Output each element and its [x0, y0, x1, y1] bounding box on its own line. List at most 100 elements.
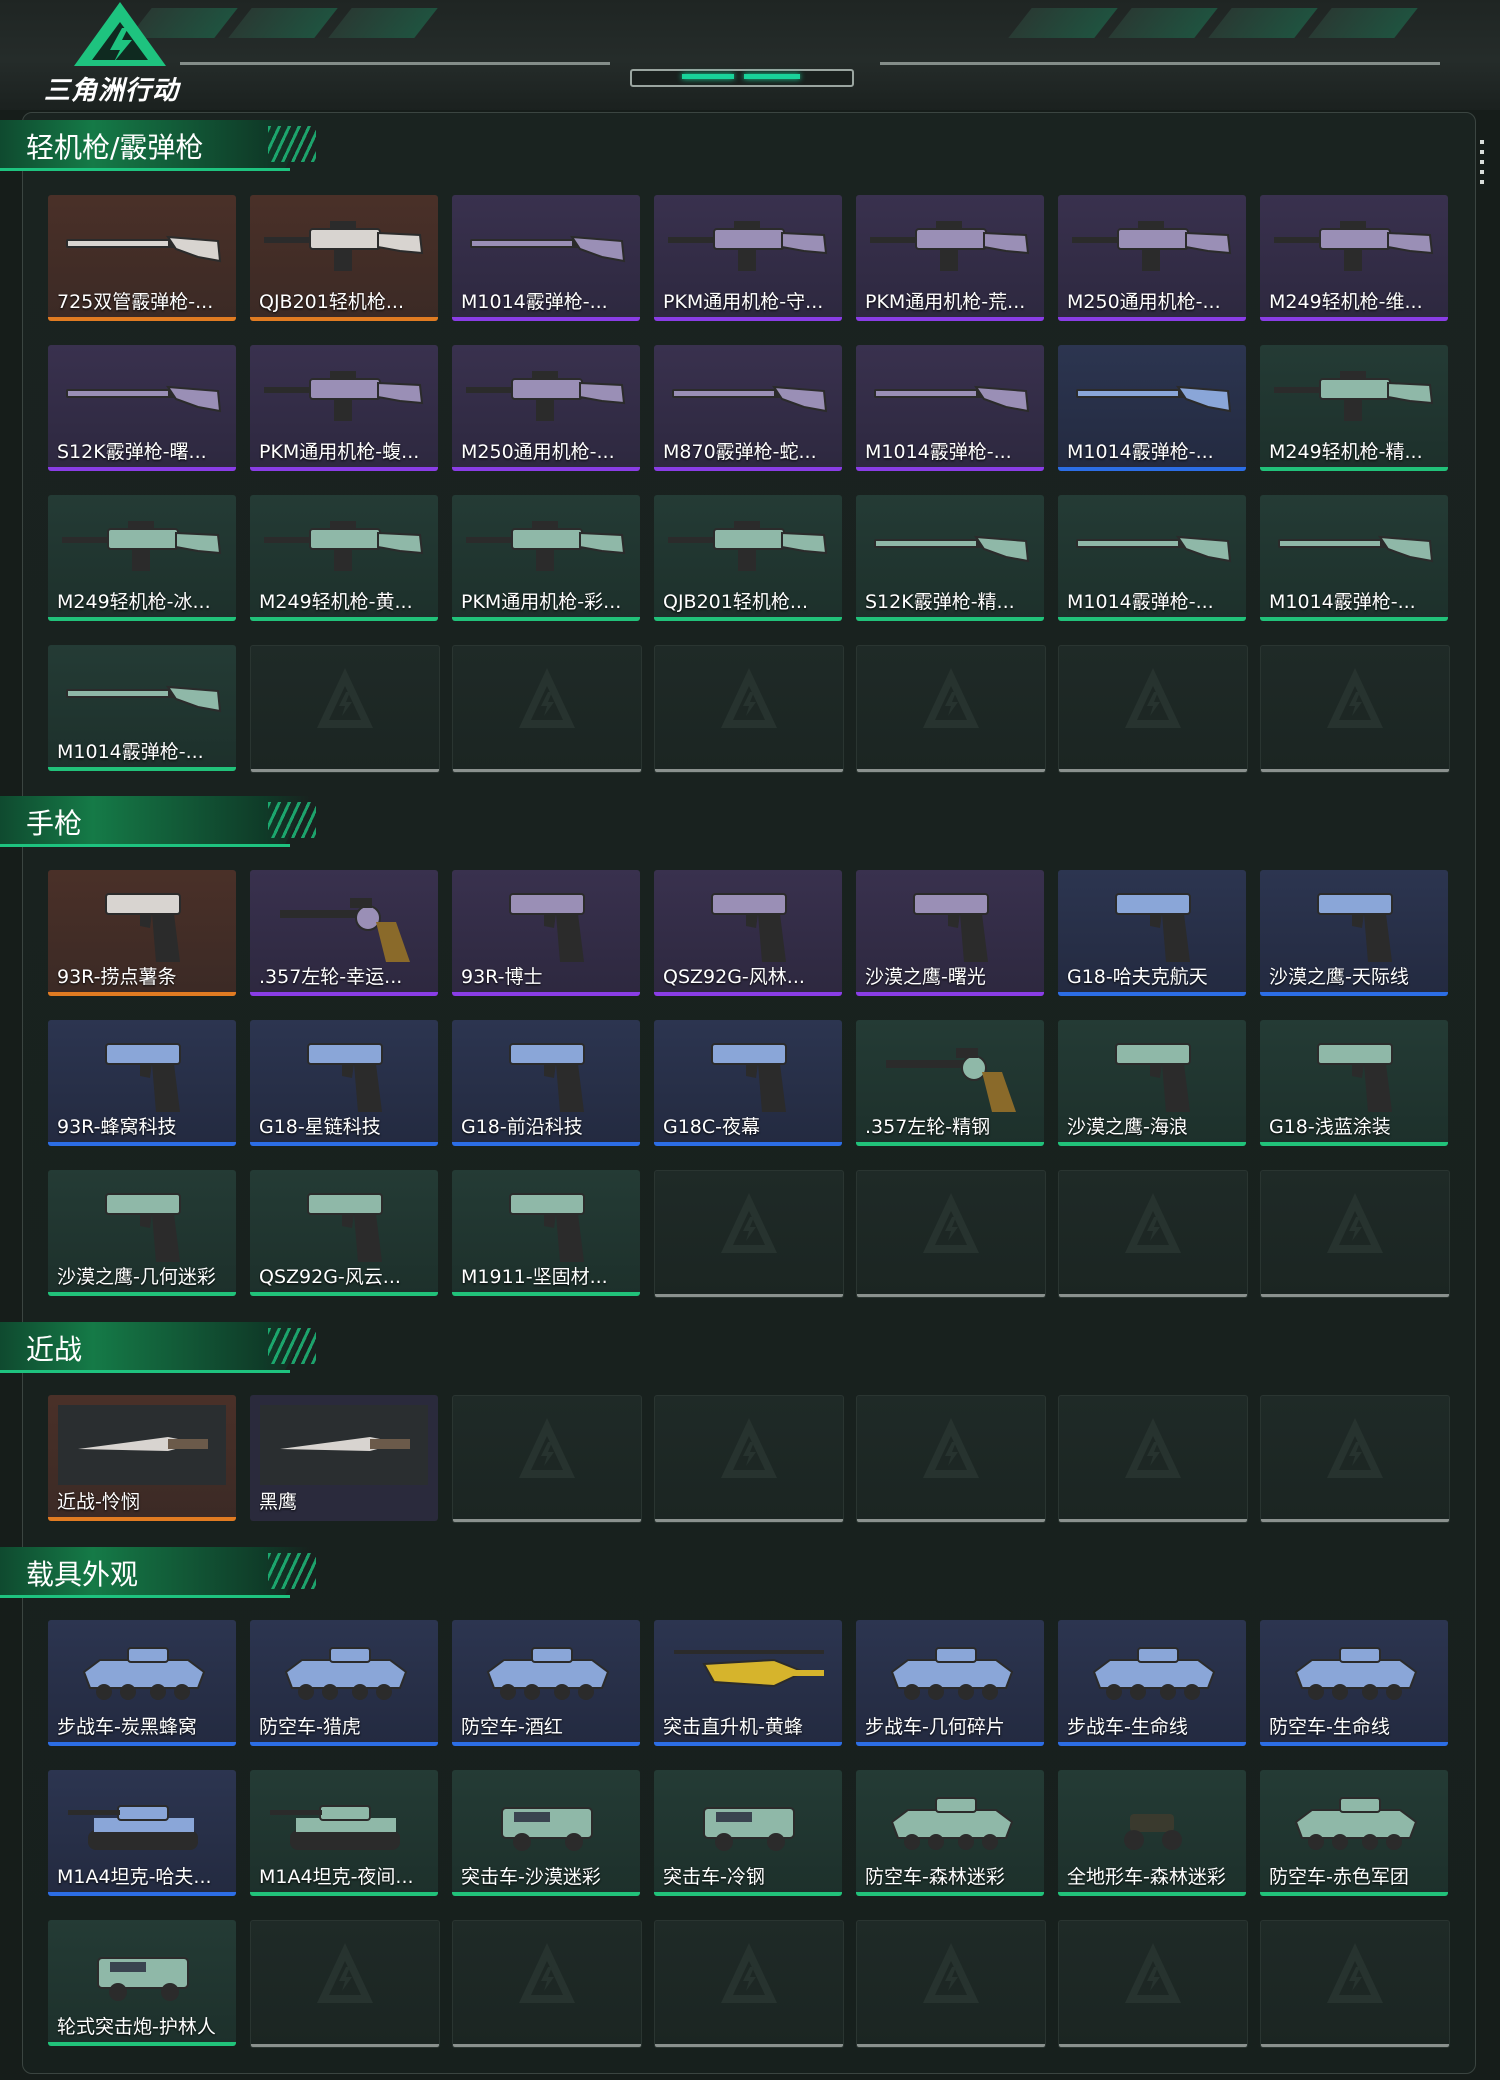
item-name: PKM通用机枪-蝮...	[259, 441, 420, 463]
item-card[interactable]: QJB201轻机枪...	[654, 495, 842, 621]
rarity-bar	[452, 1892, 640, 1896]
item-card[interactable]: 防空车-酒红	[452, 1620, 640, 1746]
item-card[interactable]: QSZ92G-风云...	[250, 1170, 438, 1296]
item-card[interactable]: 步战车-生命线	[1058, 1620, 1246, 1746]
pistol-icon	[250, 1170, 438, 1270]
header-indicator	[630, 69, 854, 87]
item-card[interactable]: G18-哈夫克航天	[1058, 870, 1246, 996]
item-card[interactable]: 沙漠之鹰-几何迷彩	[48, 1170, 236, 1296]
item-card[interactable]: 全地形车-森林迷彩	[1058, 1770, 1246, 1896]
item-card[interactable]: 突击车-冷钢	[654, 1770, 842, 1896]
rarity-bar	[48, 1742, 236, 1746]
item-card[interactable]: M1014霰弹枪-...	[856, 345, 1044, 471]
item-card[interactable]: 93R-捞点薯条	[48, 870, 236, 996]
rarity-bar	[1260, 617, 1448, 621]
item-name: 突击车-沙漠迷彩	[461, 1866, 601, 1888]
empty-slot	[250, 645, 440, 773]
item-card[interactable]: M1014霰弹枪-...	[1260, 495, 1448, 621]
item-card[interactable]: M249轻机枪-黄...	[250, 495, 438, 621]
section-title-label: 轻机枪/霰弹枪	[26, 131, 204, 164]
item-card[interactable]: PKM通用机枪-守...	[654, 195, 842, 321]
item-card[interactable]: PKM通用机枪-荒...	[856, 195, 1044, 321]
item-card[interactable]: M250通用机枪-...	[452, 345, 640, 471]
item-card[interactable]: M250通用机枪-...	[1058, 195, 1246, 321]
rarity-bar	[856, 1142, 1044, 1146]
rarity-bar	[48, 1892, 236, 1896]
pistol-icon	[452, 1020, 640, 1120]
item-card[interactable]: 93R-蜂窝科技	[48, 1020, 236, 1146]
jeep-icon	[654, 1770, 842, 1870]
item-card[interactable]: M1911-坚固材...	[452, 1170, 640, 1296]
item-card[interactable]: S12K霰弹枪-曙...	[48, 345, 236, 471]
item-card[interactable]: M870霰弹枪-蛇...	[654, 345, 842, 471]
placeholder-logo-icon	[721, 1418, 777, 1478]
item-card[interactable]: PKM通用机枪-彩...	[452, 495, 640, 621]
item-card[interactable]: QJB201轻机枪...	[250, 195, 438, 321]
item-name: M1014霰弹枪-...	[865, 441, 1012, 463]
item-card[interactable]: M1014霰弹枪-...	[452, 195, 640, 321]
rarity-bar	[1058, 1892, 1246, 1896]
placeholder-logo-icon	[1125, 1418, 1181, 1478]
item-name: 防空车-生命线	[1269, 1716, 1390, 1738]
item-card[interactable]: 黑鹰	[250, 1395, 438, 1521]
item-card[interactable]: 93R-博士	[452, 870, 640, 996]
section-title: 近战	[0, 1322, 330, 1373]
empty-slot	[452, 1920, 642, 2048]
item-card[interactable]: 步战车-炭黑蜂窝	[48, 1620, 236, 1746]
item-card[interactable]: M249轻机枪-冰...	[48, 495, 236, 621]
item-card[interactable]: M249轻机枪-维...	[1260, 195, 1448, 321]
item-card[interactable]: 防空车-赤色军团	[1260, 1770, 1448, 1896]
section-title: 手枪	[0, 796, 330, 847]
item-card[interactable]: 轮式突击炮-护林人	[48, 1920, 236, 2046]
ifv-icon	[452, 1620, 640, 1720]
item-card[interactable]: 725双管霰弹枪-...	[48, 195, 236, 321]
shotgun-icon	[1058, 495, 1246, 595]
pistol-icon	[48, 1020, 236, 1120]
item-card[interactable]: 突击直升机-黄蜂	[654, 1620, 842, 1746]
section-title-label: 近战	[26, 1333, 83, 1366]
rarity-bar	[1260, 1142, 1448, 1146]
pistol-icon	[856, 870, 1044, 970]
item-card[interactable]: 步战车-几何碎片	[856, 1620, 1044, 1746]
item-card[interactable]: S12K霰弹枪-精...	[856, 495, 1044, 621]
item-name: G18-前沿科技	[461, 1116, 583, 1138]
item-name: M1911-坚固材...	[461, 1266, 608, 1288]
item-card[interactable]: 防空车-猎虎	[250, 1620, 438, 1746]
item-name: .357左轮-幸运...	[259, 966, 403, 988]
empty-slot	[1058, 645, 1248, 773]
item-card[interactable]: 突击车-沙漠迷彩	[452, 1770, 640, 1896]
item-card[interactable]: G18-浅蓝涂装	[1260, 1020, 1448, 1146]
item-card[interactable]: 沙漠之鹰-天际线	[1260, 870, 1448, 996]
item-card[interactable]: G18-前沿科技	[452, 1020, 640, 1146]
item-card[interactable]: M1A4坦克-夜间...	[250, 1770, 438, 1896]
item-card[interactable]: M249轻机枪-精...	[1260, 345, 1448, 471]
item-name: QJB201轻机枪...	[259, 291, 404, 313]
rarity-bar	[654, 617, 842, 621]
pistol-icon	[1260, 1020, 1448, 1120]
item-card[interactable]: M1014霰弹枪-...	[48, 645, 236, 771]
item-card[interactable]: M1014霰弹枪-...	[1058, 345, 1246, 471]
item-name: M249轻机枪-维...	[1269, 291, 1423, 313]
scrollbar-handle[interactable]	[1480, 140, 1486, 184]
empty-slot	[452, 1395, 642, 1523]
item-card[interactable]: M1A4坦克-哈夫...	[48, 1770, 236, 1896]
rarity-bar	[452, 467, 640, 471]
item-card[interactable]: .357左轮-幸运...	[250, 870, 438, 996]
header-line-left	[180, 62, 610, 65]
placeholder-logo-icon	[1327, 1193, 1383, 1253]
item-card[interactable]: G18C-夜幕	[654, 1020, 842, 1146]
ifv-icon	[250, 1620, 438, 1720]
item-card[interactable]: .357左轮-精钢	[856, 1020, 1044, 1146]
empty-slot	[856, 1395, 1046, 1523]
item-card[interactable]: 防空车-森林迷彩	[856, 1770, 1044, 1896]
item-card[interactable]: 沙漠之鹰-曙光	[856, 870, 1044, 996]
item-card[interactable]: QSZ92G-风林...	[654, 870, 842, 996]
item-card[interactable]: M1014霰弹枪-...	[1058, 495, 1246, 621]
item-card[interactable]: G18-星链科技	[250, 1020, 438, 1146]
item-name: 突击直升机-黄蜂	[663, 1716, 803, 1738]
item-name: 突击车-冷钢	[663, 1866, 765, 1888]
item-card[interactable]: 防空车-生命线	[1260, 1620, 1448, 1746]
item-card[interactable]: 近战-怜悯	[48, 1395, 236, 1521]
item-card[interactable]: 沙漠之鹰-海浪	[1058, 1020, 1246, 1146]
item-card[interactable]: PKM通用机枪-蝮...	[250, 345, 438, 471]
